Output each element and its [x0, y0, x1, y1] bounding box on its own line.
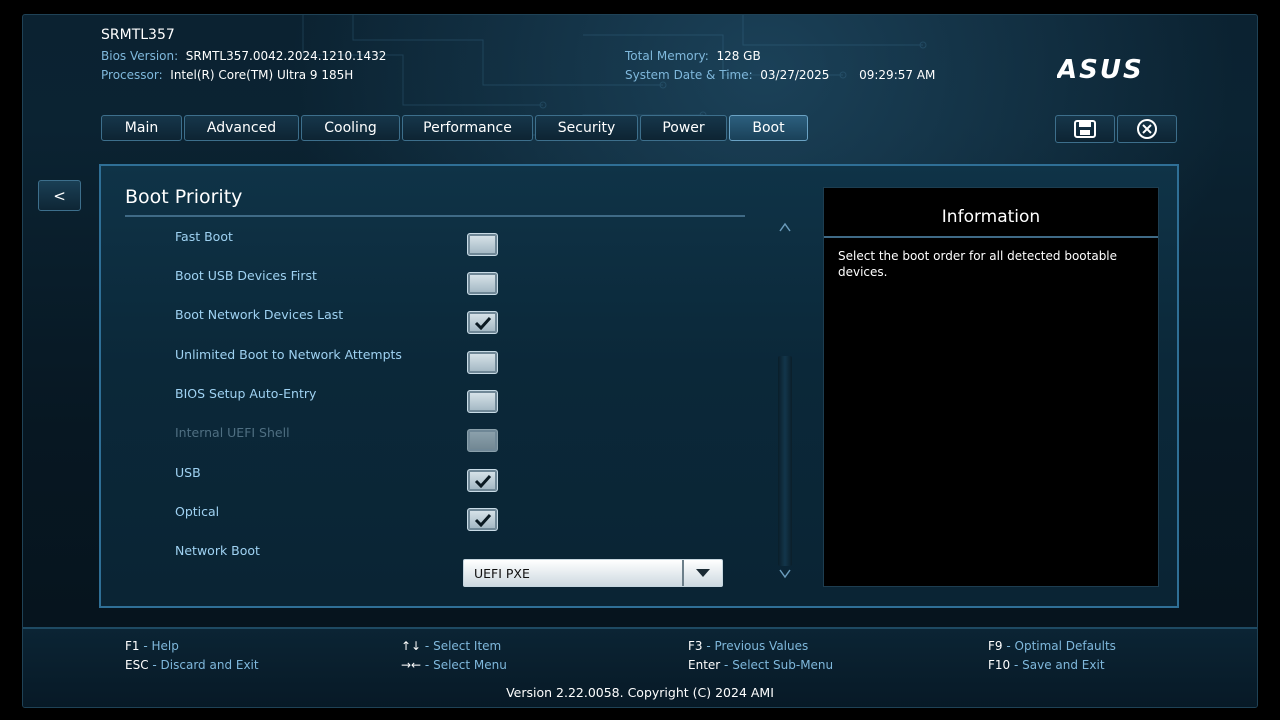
fast-boot-checkbox[interactable] — [467, 233, 498, 256]
hint-esc-desc: Discard and Exit — [160, 658, 259, 672]
optical-checkbox[interactable] — [467, 508, 498, 531]
hint-esc: ESC - Discard and Exit — [125, 658, 259, 672]
bios-auto-entry-checkbox[interactable] — [467, 390, 498, 413]
hint-enter: Enter - Select Sub-Menu — [688, 658, 833, 672]
boot-priority-panel: Boot Priority Fast Boot Boot USB Devices… — [99, 164, 1179, 608]
total-memory-line: Total Memory: 128 GB — [625, 49, 761, 63]
information-title: Information — [941, 207, 1041, 227]
boot-network-last-checkbox[interactable] — [467, 311, 498, 334]
hint-separator: - — [1002, 639, 1015, 653]
bios-version-label: Bios Version: — [101, 49, 179, 63]
footer-bar: F1 - Help ESC - Discard and Exit ↑↓ - Se… — [23, 627, 1257, 707]
hint-separator: - — [139, 639, 152, 653]
setting-bios-auto-entry-label: BIOS Setup Auto-Entry — [175, 386, 317, 401]
hint-separator: - — [421, 658, 434, 672]
setting-unlimited-network-label: Unlimited Boot to Network Attempts — [175, 347, 402, 362]
hint-f3-key: F3 — [688, 639, 703, 653]
date-value: 03/27/2025 — [760, 68, 830, 82]
save-button[interactable] — [1055, 115, 1115, 143]
time-value: 09:29:57 AM — [859, 68, 936, 82]
tab-advanced[interactable]: Advanced — [184, 115, 299, 141]
information-divider — [824, 236, 1158, 238]
hint-select-menu: →← - Select Menu — [401, 658, 507, 672]
setting-fast-boot-label: Fast Boot — [175, 229, 233, 244]
scroll-down-icon[interactable] — [779, 567, 791, 583]
processor-label: Processor: — [101, 68, 163, 82]
hint-arrows-lr-desc: Select Menu — [433, 658, 507, 672]
usb-checkbox[interactable] — [467, 469, 498, 492]
checkmark-icon — [474, 316, 491, 330]
hint-f9-desc: Optimal Defaults — [1014, 639, 1116, 653]
tab-power[interactable]: Power — [640, 115, 727, 141]
hint-f10: F10 - Save and Exit — [988, 658, 1105, 672]
hint-f1-key: F1 — [125, 639, 140, 653]
processor-line: Processor: Intel(R) Core(TM) Ultra 9 185… — [101, 68, 353, 82]
bios-model: SRMTL357 — [101, 27, 175, 43]
hint-arrows-lr-key: →← — [401, 658, 422, 672]
hint-separator: - — [702, 639, 715, 653]
total-memory-value: 128 GB — [716, 49, 761, 63]
hint-enter-desc: Select Sub-Menu — [732, 658, 834, 672]
bios-window: SRMTL357 Bios Version: SRMTL357.0042.202… — [22, 14, 1258, 708]
circuit-background — [302, 15, 927, 136]
dropdown-arrow-button[interactable] — [682, 560, 722, 586]
scroll-up-icon[interactable] — [779, 220, 791, 236]
tab-boot[interactable]: Boot — [729, 115, 808, 141]
total-memory-label: Total Memory: — [625, 49, 709, 63]
processor-value: Intel(R) Core(TM) Ultra 9 185H — [170, 68, 354, 82]
exit-button[interactable] — [1117, 115, 1177, 143]
hint-f9: F9 - Optimal Defaults — [988, 639, 1116, 653]
hint-f3: F3 - Previous Values — [688, 639, 808, 653]
setting-optical-label: Optical — [175, 504, 220, 519]
tab-performance[interactable]: Performance — [402, 115, 533, 141]
hint-select-item: ↑↓ - Select Item — [401, 639, 501, 653]
setting-network-boot-label: Network Boot — [175, 543, 260, 558]
tab-bar: Main Advanced Cooling Performance Securi… — [101, 115, 808, 141]
hint-arrows-ud-key: ↑↓ — [401, 639, 422, 653]
uefi-shell-checkbox — [467, 429, 498, 452]
information-text: Select the boot order for all detected b… — [838, 249, 1118, 279]
section-title: Boot Priority — [125, 186, 243, 208]
setting-usb-label: USB — [175, 465, 201, 480]
setting-boot-usb-first-label: Boot USB Devices First — [175, 268, 317, 283]
hint-enter-key: Enter — [688, 658, 721, 672]
network-boot-select[interactable]: UEFI PXE — [463, 559, 723, 587]
version-text: Version 2.22.0058. Copyright (C) 2024 AM… — [506, 685, 774, 700]
tab-security[interactable]: Security — [535, 115, 638, 141]
section-divider — [125, 215, 745, 217]
tab-main[interactable]: Main — [101, 115, 182, 141]
bios-version-value: SRMTL357.0042.2024.1210.1432 — [185, 49, 387, 63]
hint-separator: - — [1010, 658, 1023, 672]
hint-f3-desc: Previous Values — [714, 639, 809, 653]
asus-logo: ASUS — [1055, 55, 1181, 85]
datetime-line: System Date & Time: 03/27/2025 09:29:57 … — [625, 68, 935, 82]
save-icon — [1074, 120, 1096, 138]
hint-esc-key: ESC — [125, 658, 149, 672]
bios-version-line: Bios Version: SRMTL357.0042.2024.1210.14… — [101, 49, 386, 63]
tab-cooling[interactable]: Cooling — [301, 115, 400, 141]
hint-f10-desc: Save and Exit — [1022, 658, 1105, 672]
network-boot-value: UEFI PXE — [474, 565, 530, 581]
setting-boot-network-last-label: Boot Network Devices Last — [175, 307, 344, 322]
scrollbar[interactable] — [778, 356, 792, 566]
information-panel: Information Select the boot order for al… — [823, 187, 1159, 587]
checkmark-icon — [474, 513, 491, 527]
close-icon — [1137, 119, 1157, 139]
chevron-down-icon — [696, 569, 710, 577]
checkmark-icon — [474, 474, 491, 488]
setting-uefi-shell-label: Internal UEFI Shell — [175, 425, 290, 440]
unlimited-network-checkbox[interactable] — [467, 351, 498, 374]
hint-f1: F1 - Help — [125, 639, 179, 653]
hint-f10-key: F10 — [988, 658, 1011, 672]
back-button[interactable]: < — [38, 180, 81, 211]
hint-separator: - — [148, 658, 161, 672]
hint-separator: - — [421, 639, 434, 653]
hint-arrows-ud-desc: Select Item — [433, 639, 502, 653]
hint-f1-desc: Help — [151, 639, 179, 653]
boot-usb-first-checkbox[interactable] — [467, 272, 498, 295]
datetime-label: System Date & Time: — [625, 68, 753, 82]
asus-logo-text: ASUS — [1057, 57, 1144, 81]
hint-f9-key: F9 — [988, 639, 1003, 653]
hint-separator: - — [720, 658, 733, 672]
